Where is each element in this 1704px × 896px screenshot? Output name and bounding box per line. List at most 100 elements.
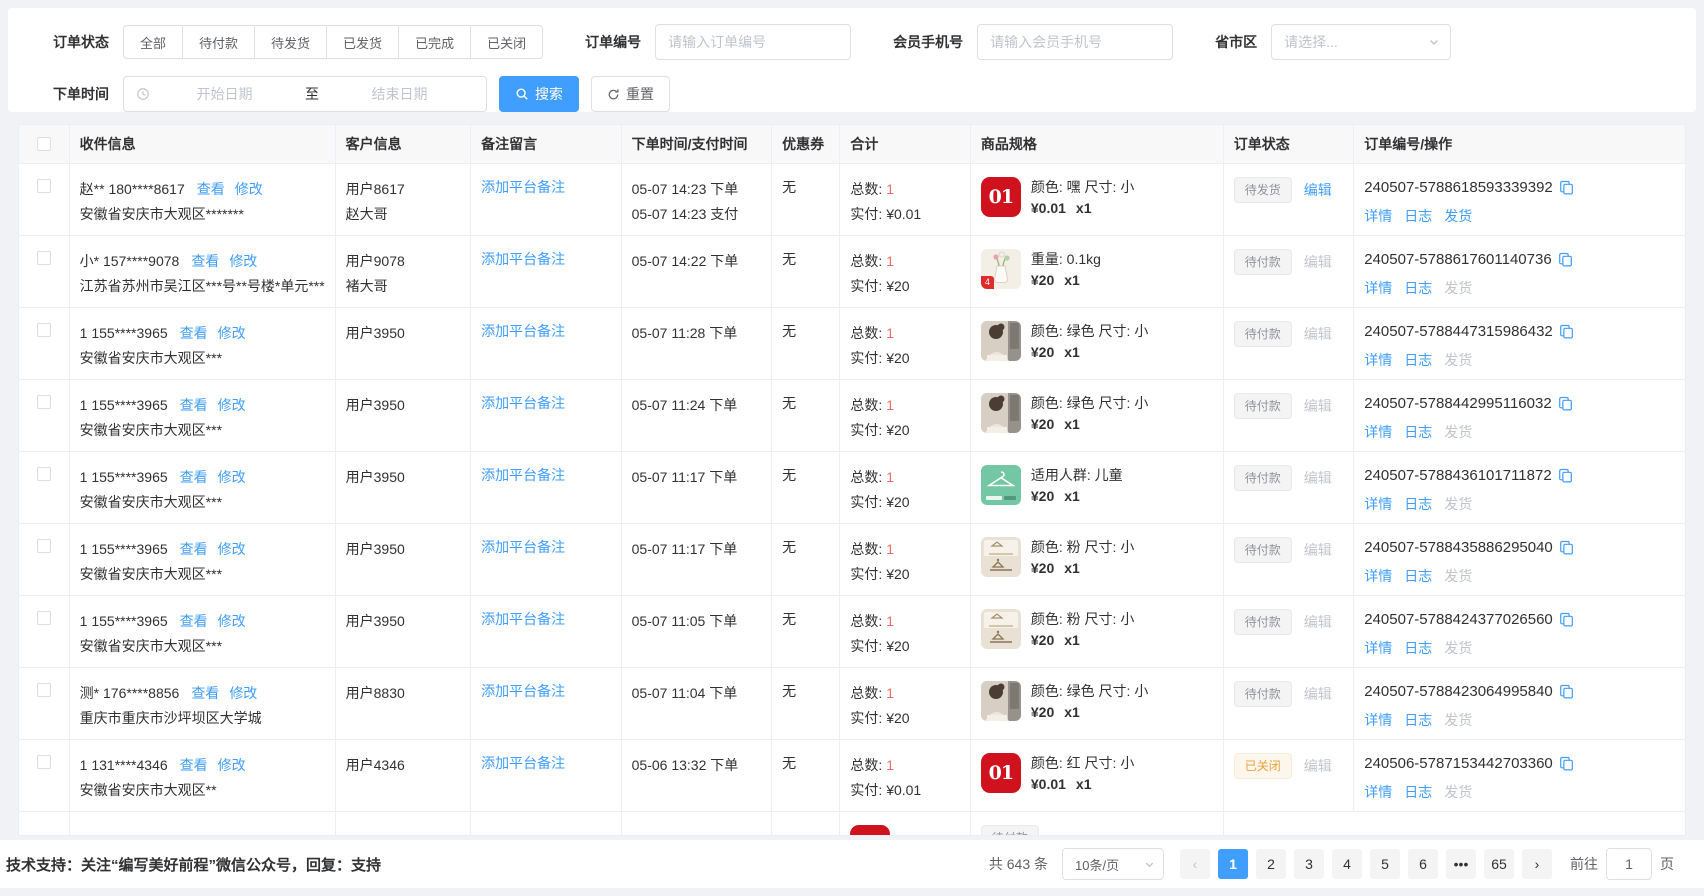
modify-recipient-link[interactable]: 修改 — [218, 541, 246, 557]
status-tab-1[interactable]: 全部 — [123, 25, 183, 59]
order-detail-link[interactable]: 详情 — [1364, 784, 1392, 800]
start-date-input[interactable] — [150, 86, 299, 102]
page-size-select[interactable]: 10条/页 — [1062, 848, 1164, 880]
copy-icon[interactable] — [1558, 468, 1573, 483]
goto-page-input[interactable] — [1606, 848, 1652, 880]
edit-order-link[interactable]: 编辑 — [1304, 609, 1332, 635]
view-recipient-link[interactable]: 查看 — [180, 613, 208, 629]
order-log-link[interactable]: 日志 — [1404, 352, 1432, 368]
reset-button[interactable]: 重置 — [591, 76, 670, 112]
end-date-input[interactable] — [325, 86, 474, 102]
row-checkbox[interactable] — [37, 755, 51, 769]
add-remark-link[interactable]: 添加平台备注 — [481, 611, 565, 627]
modify-recipient-link[interactable]: 修改 — [218, 757, 246, 773]
copy-icon[interactable] — [1559, 684, 1574, 699]
prev-page-button[interactable]: ‹ — [1180, 849, 1210, 879]
view-recipient-link[interactable]: 查看 — [180, 469, 208, 485]
copy-icon[interactable] — [1559, 612, 1574, 627]
edit-order-link[interactable]: 编辑 — [1304, 537, 1332, 563]
add-remark-link[interactable]: 添加平台备注 — [481, 251, 565, 267]
view-recipient-link[interactable]: 查看 — [180, 397, 208, 413]
ship-order-link[interactable]: 发货 — [1444, 568, 1472, 584]
row-checkbox[interactable] — [37, 683, 51, 697]
more-pages-button[interactable]: ••• — [1446, 849, 1476, 879]
search-button[interactable]: 搜索 — [499, 76, 579, 112]
order-log-link[interactable]: 日志 — [1404, 208, 1432, 224]
ship-order-link[interactable]: 发货 — [1444, 784, 1472, 800]
copy-icon[interactable] — [1558, 396, 1573, 411]
edit-order-link[interactable]: 编辑 — [1304, 753, 1332, 779]
ship-order-link[interactable]: 发货 — [1444, 712, 1472, 728]
ship-order-link[interactable]: 发货 — [1444, 352, 1472, 368]
view-recipient-link[interactable]: 查看 — [197, 181, 225, 197]
date-range-picker[interactable]: 至 — [123, 76, 487, 112]
region-select[interactable]: 请选择... — [1271, 24, 1451, 60]
modify-recipient-link[interactable]: 修改 — [218, 613, 246, 629]
page-button-3[interactable]: 3 — [1294, 849, 1324, 879]
page-button-2[interactable]: 2 — [1256, 849, 1286, 879]
status-tab-4[interactable]: 已发货 — [327, 25, 399, 59]
add-remark-link[interactable]: 添加平台备注 — [481, 539, 565, 555]
add-remark-link[interactable]: 添加平台备注 — [481, 179, 565, 195]
page-button-65[interactable]: 65 — [1484, 849, 1514, 879]
order-log-link[interactable]: 日志 — [1404, 496, 1432, 512]
edit-order-link[interactable]: 编辑 — [1304, 393, 1332, 419]
modify-recipient-link[interactable]: 修改 — [229, 253, 257, 269]
view-recipient-link[interactable]: 查看 — [191, 685, 219, 701]
add-remark-link[interactable]: 添加平台备注 — [481, 323, 565, 339]
ship-order-link[interactable]: 发货 — [1444, 208, 1472, 224]
row-checkbox[interactable] — [37, 395, 51, 409]
row-checkbox[interactable] — [37, 179, 51, 193]
order-detail-link[interactable]: 详情 — [1364, 640, 1392, 656]
modify-recipient-link[interactable]: 修改 — [229, 685, 257, 701]
page-button-6[interactable]: 6 — [1408, 849, 1438, 879]
view-recipient-link[interactable]: 查看 — [180, 757, 208, 773]
order-log-link[interactable]: 日志 — [1404, 640, 1432, 656]
page-button-4[interactable]: 4 — [1332, 849, 1362, 879]
row-checkbox[interactable] — [37, 539, 51, 553]
order-log-link[interactable]: 日志 — [1404, 568, 1432, 584]
next-page-button[interactable]: › — [1522, 849, 1552, 879]
order-detail-link[interactable]: 详情 — [1364, 352, 1392, 368]
order-detail-link[interactable]: 详情 — [1364, 568, 1392, 584]
view-recipient-link[interactable]: 查看 — [180, 325, 208, 341]
page-button-1[interactable]: 1 — [1218, 849, 1248, 879]
copy-icon[interactable] — [1559, 180, 1574, 195]
select-all-checkbox[interactable] — [37, 137, 51, 151]
ship-order-link[interactable]: 发货 — [1444, 496, 1472, 512]
status-tab-5[interactable]: 已完成 — [399, 25, 471, 59]
order-log-link[interactable]: 日志 — [1404, 280, 1432, 296]
edit-order-link[interactable]: 编辑 — [1304, 465, 1332, 491]
status-tab-2[interactable]: 待付款 — [183, 25, 255, 59]
copy-icon[interactable] — [1559, 540, 1574, 555]
row-checkbox[interactable] — [37, 251, 51, 265]
add-remark-link[interactable]: 添加平台备注 — [481, 683, 565, 699]
row-checkbox[interactable] — [37, 611, 51, 625]
order-log-link[interactable]: 日志 — [1404, 784, 1432, 800]
order-log-link[interactable]: 日志 — [1404, 424, 1432, 440]
view-recipient-link[interactable]: 查看 — [180, 541, 208, 557]
member-phone-input[interactable] — [977, 24, 1173, 60]
copy-icon[interactable] — [1559, 756, 1574, 771]
page-button-5[interactable]: 5 — [1370, 849, 1400, 879]
modify-recipient-link[interactable]: 修改 — [218, 397, 246, 413]
view-recipient-link[interactable]: 查看 — [191, 253, 219, 269]
add-remark-link[interactable]: 添加平台备注 — [481, 755, 565, 771]
modify-recipient-link[interactable]: 修改 — [218, 325, 246, 341]
ship-order-link[interactable]: 发货 — [1444, 280, 1472, 296]
order-detail-link[interactable]: 详情 — [1364, 208, 1392, 224]
order-detail-link[interactable]: 详情 — [1364, 496, 1392, 512]
ship-order-link[interactable]: 发货 — [1444, 424, 1472, 440]
edit-order-link[interactable]: 编辑 — [1304, 681, 1332, 707]
edit-order-link[interactable]: 编辑 — [1304, 321, 1332, 347]
row-checkbox[interactable] — [37, 467, 51, 481]
order-detail-link[interactable]: 详情 — [1364, 280, 1392, 296]
order-detail-link[interactable]: 详情 — [1364, 424, 1392, 440]
add-remark-link[interactable]: 添加平台备注 — [481, 467, 565, 483]
copy-icon[interactable] — [1559, 324, 1574, 339]
add-remark-link[interactable]: 添加平台备注 — [481, 395, 565, 411]
status-tab-3[interactable]: 待发货 — [255, 25, 327, 59]
order-log-link[interactable]: 日志 — [1404, 712, 1432, 728]
row-checkbox[interactable] — [37, 323, 51, 337]
modify-recipient-link[interactable]: 修改 — [218, 469, 246, 485]
